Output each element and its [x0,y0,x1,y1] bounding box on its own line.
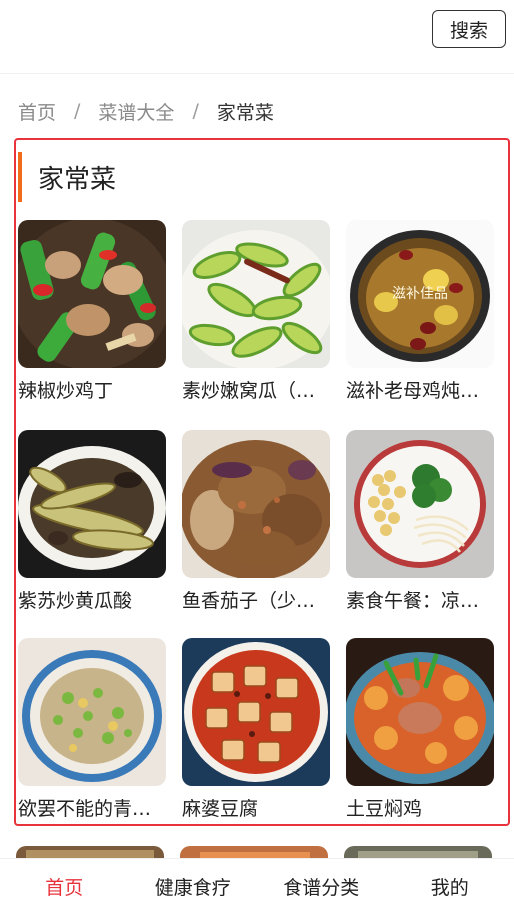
recipe-card[interactable]: 土豆焖鸡 [346,638,496,821]
section-title: 家常菜 [38,164,117,195]
nav-health-diet[interactable]: 健康食疗 [129,859,258,914]
nav-recipe-categories[interactable]: 食谱分类 [257,859,386,914]
recipe-card[interactable]: 素炒嫩窝瓜（… [182,220,332,403]
recipe-name: 素食午餐：凉… [346,590,480,612]
nav-home[interactable]: 首页 [0,859,129,914]
recipe-name: 麻婆豆腐 [182,798,259,820]
spicy-chicken-dish-image [18,220,166,368]
eggplant-dish-image [182,430,330,578]
recipe-name: 紫苏炒黄瓜酸 [18,590,133,612]
watermark-text: 滋补佳品 [392,286,448,302]
recipe-card[interactable]: 欲罢不能的青… [18,638,168,821]
breadcrumb-separator: / [192,100,199,122]
nav-me[interactable]: 我的 [386,859,514,914]
recipe-card[interactable]: 鱼香茄子（少… [182,430,332,613]
recipe-name: 欲罢不能的青… [18,798,152,820]
breadcrumb-recipes[interactable]: 菜谱大全 [98,98,174,125]
recipe-card[interactable]: 麻婆豆腐 [182,638,332,821]
title-accent-bar [18,152,22,202]
vegetarian-lunch-bowl-image [346,430,494,578]
chicken-soup-pot-image: 滋补佳品 [346,220,494,368]
zucchini-stirfry-dish-image [182,220,330,368]
recipe-name: 滋补老母鸡炖… [346,380,480,402]
section-header: 家常菜 [18,152,116,202]
recipe-card[interactable]: 素食午餐：凉… [346,430,496,613]
potato-chicken-dish-image [346,638,494,786]
search-button[interactable]: 搜索 [432,10,506,48]
green-pepper-egg-dish-image [18,638,166,786]
breadcrumb: 首页 / 菜谱大全 / 家常菜 [18,96,274,126]
recipe-card[interactable]: 滋补佳品 滋补老母鸡炖… [346,220,496,403]
breadcrumb-home[interactable]: 首页 [18,98,56,125]
recipe-name: 素炒嫩窝瓜（… [182,380,316,402]
top-bar: 搜索 [0,0,514,74]
recipe-name: 鱼香茄子（少… [182,590,316,612]
recipe-name: 土豆焖鸡 [346,798,423,820]
recipe-section: 家常菜 辣椒炒鸡丁 素炒嫩窝瓜（… 滋补佳品 滋补老母鸡炖… 紫苏炒黄瓜酸 鱼香… [14,138,510,826]
breadcrumb-separator: / [74,100,81,122]
recipe-card[interactable]: 紫苏炒黄瓜酸 [18,430,168,613]
bottom-nav: 首页 健康食疗 食谱分类 我的 [0,858,514,914]
recipe-name: 辣椒炒鸡丁 [18,380,114,402]
perilla-cucumber-dish-image [18,430,166,578]
recipe-card[interactable]: 辣椒炒鸡丁 [18,220,168,403]
breadcrumb-current: 家常菜 [216,101,274,124]
mapo-tofu-dish-image [182,638,330,786]
